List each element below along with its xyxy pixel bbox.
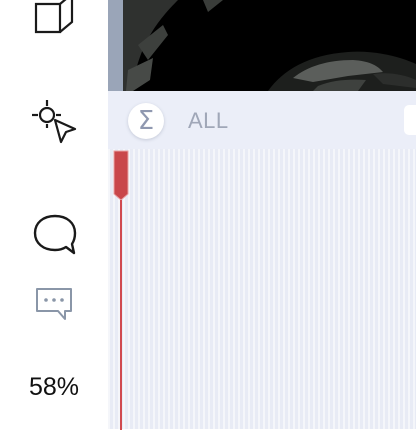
cube-tool-button[interactable] (30, 0, 80, 38)
target-cursor-icon (32, 100, 77, 144)
tool-sidebar: 58% (0, 0, 108, 436)
comment-tool-button[interactable] (30, 212, 80, 258)
timeline-search-input[interactable] (404, 105, 416, 135)
cube-icon (34, 0, 74, 34)
comment-dots-icon (36, 288, 72, 320)
sigma-icon: Σ (137, 106, 155, 136)
timeline-bottom-bar (108, 429, 416, 436)
model-viewport[interactable] (108, 0, 416, 91)
viewport-left-edge (108, 0, 123, 91)
timeline-header: Σ ALL (108, 91, 416, 149)
zoom-level[interactable]: 58% (0, 373, 108, 402)
select-target-tool-button[interactable] (30, 98, 82, 148)
playhead-line (120, 196, 122, 430)
chat-bubble-icon (33, 214, 77, 255)
comments-list-button[interactable] (32, 284, 78, 324)
viewport-render (108, 0, 416, 91)
filter-all-label[interactable]: ALL (188, 108, 229, 134)
timeline-panel: Σ ALL (108, 91, 416, 436)
timeline-track[interactable] (108, 149, 416, 429)
sum-toggle-button[interactable]: Σ (128, 103, 164, 139)
playhead-handle[interactable] (113, 150, 129, 200)
